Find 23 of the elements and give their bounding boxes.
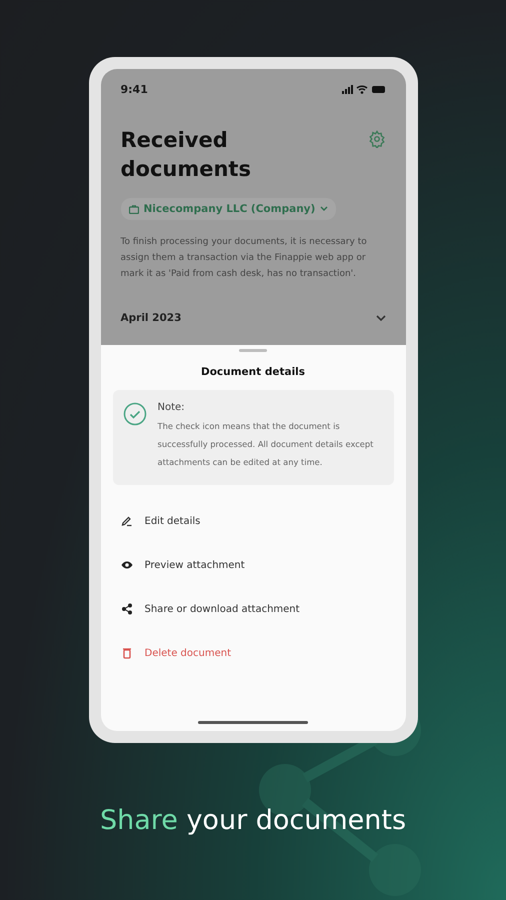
- check-circle-icon: [122, 402, 146, 426]
- menu-item[interactable]: Delete document: [112, 631, 394, 675]
- menu-item[interactable]: Preview attachment: [112, 543, 394, 587]
- eye-icon: [120, 559, 132, 571]
- sheet-title: Document details: [200, 366, 306, 378]
- share-icon: [120, 603, 132, 615]
- trash-icon: [120, 647, 132, 659]
- menu-item[interactable]: Share or download attachment: [112, 587, 394, 631]
- status-icons: [342, 85, 386, 94]
- page-title: Received documents: [120, 127, 252, 183]
- briefcase-icon: [128, 204, 138, 214]
- menu-item[interactable]: Edit details: [112, 499, 394, 543]
- pen-icon: [120, 515, 132, 527]
- sheet-handle[interactable]: [239, 349, 267, 352]
- chevron-down-icon: [320, 206, 328, 212]
- note-title: Note:: [158, 402, 186, 413]
- settings-icon[interactable]: [368, 130, 386, 148]
- status-time: 9:41: [120, 83, 148, 96]
- note-text: The check icon means that the document is successfully processed. All document details except attachments can be edited at any time.: [158, 420, 374, 469]
- caption: Share your documents: [100, 805, 406, 836]
- month-header: April 2023: [120, 312, 182, 324]
- chevron-down-icon[interactable]: [376, 314, 386, 322]
- info-text: To finish processing your documents, it is necessary to assign them a transaction via the Finappie web app or mark it as 'Paid from cash desk, has no transaction'.: [120, 236, 368, 281]
